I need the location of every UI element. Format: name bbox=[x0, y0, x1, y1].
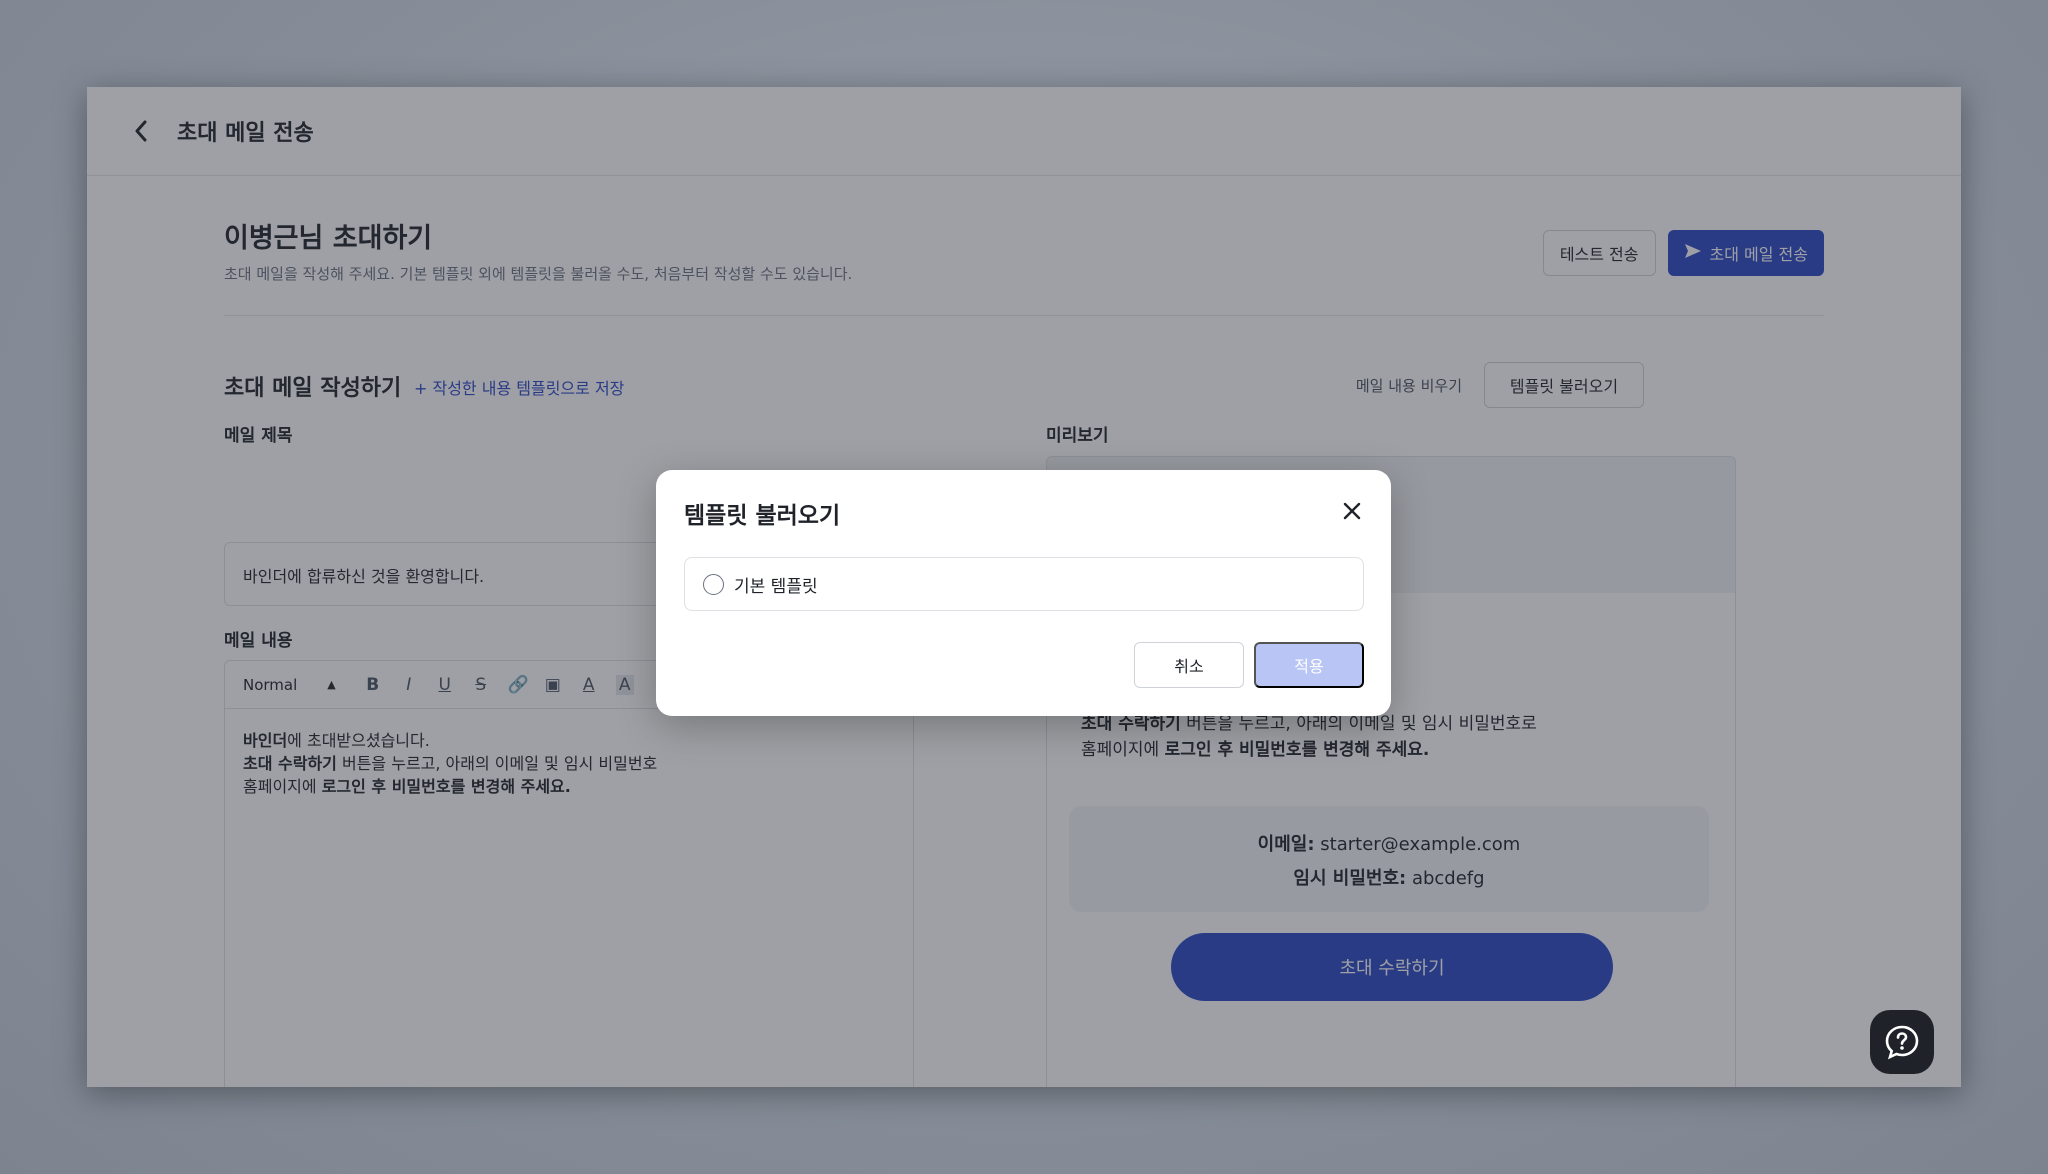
modal-actions: 취소 적용 bbox=[1134, 642, 1364, 688]
modal-title: 템플릿 불러오기 bbox=[684, 503, 841, 529]
radio-button[interactable] bbox=[703, 573, 724, 595]
cancel-button[interactable]: 취소 bbox=[1134, 642, 1244, 688]
help-button[interactable] bbox=[1870, 1010, 1934, 1074]
help-icon bbox=[1885, 1025, 1919, 1060]
close-icon[interactable] bbox=[1339, 498, 1365, 524]
apply-button[interactable]: 적용 bbox=[1254, 642, 1364, 688]
template-option-label: 기본 템플릿 bbox=[734, 576, 818, 597]
template-option-default[interactable]: 기본 템플릿 bbox=[684, 557, 1364, 611]
load-template-modal: 템플릿 불러오기 기본 템플릿 취소 적용 bbox=[656, 470, 1391, 716]
